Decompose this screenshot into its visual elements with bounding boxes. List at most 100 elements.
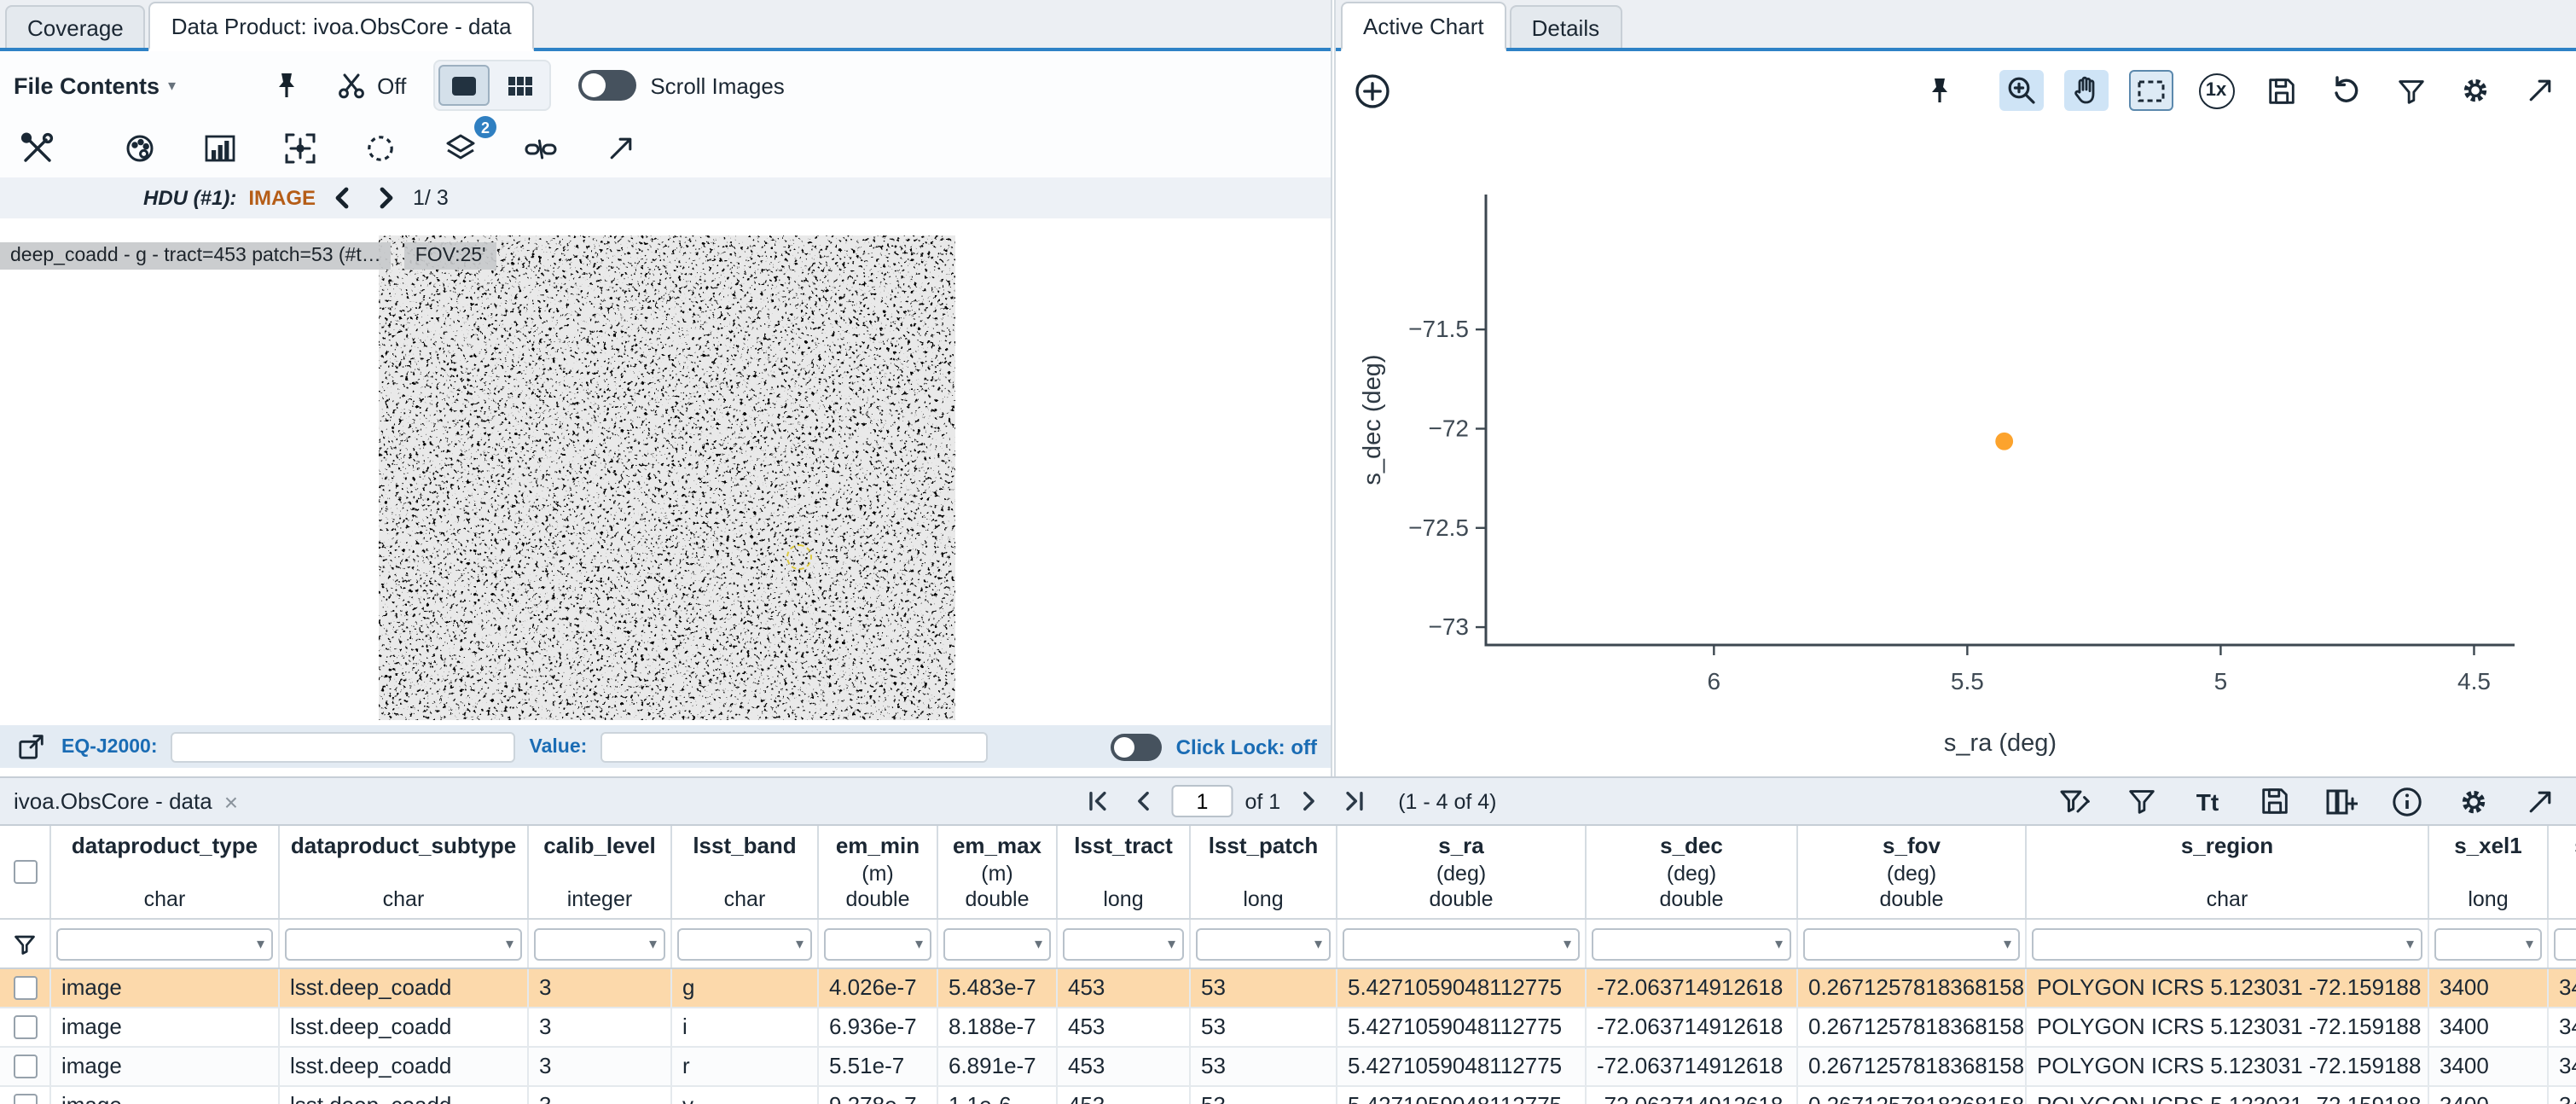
- table-info-button[interactable]: [2385, 781, 2429, 822]
- stretch-button[interactable]: [198, 128, 242, 169]
- close-table-icon[interactable]: ×: [224, 787, 238, 815]
- expand-image-button[interactable]: [599, 128, 643, 169]
- table-filter-button[interactable]: [2119, 781, 2163, 822]
- fits-viewer[interactable]: deep_coadd - g - tract=453 patch=53 (#t……: [0, 218, 1331, 725]
- filter-cell-lsst_band: ▾: [672, 920, 819, 967]
- grid-view-button[interactable]: [495, 65, 546, 106]
- filter-input-lsst_patch[interactable]: ▾: [1196, 927, 1331, 960]
- column-header-dataproduct_subtype[interactable]: dataproduct_subtypechar: [280, 826, 529, 918]
- tools-button[interactable]: [14, 128, 58, 169]
- column-header-s_dec[interactable]: s_dec(deg)double: [1587, 826, 1798, 918]
- data-point[interactable]: [1995, 433, 2013, 450]
- table-tab-label[interactable]: ivoa.ObsCore - data: [14, 788, 212, 814]
- add-column-button[interactable]: [2318, 781, 2363, 822]
- column-header-s_ra[interactable]: s_ra(deg)double: [1337, 826, 1587, 918]
- target-marker-icon: [786, 544, 812, 570]
- row-checkbox[interactable]: [13, 1015, 37, 1039]
- prev-hdu-button[interactable]: [328, 183, 358, 213]
- column-header-lsst_patch[interactable]: lsst_patchlong: [1191, 826, 1337, 918]
- cut-toggle[interactable]: Off: [336, 70, 406, 101]
- chart-save-button[interactable]: [2259, 70, 2303, 111]
- column-header-lsst_tract[interactable]: lsst_tractlong: [1058, 826, 1191, 918]
- filter-input-s_xe[interactable]: ▾: [2554, 927, 2576, 960]
- table-row[interactable]: imagelsst.deep_coadd3r5.51e-76.891e-7453…: [0, 1048, 2576, 1087]
- table-row[interactable]: imagelsst.deep_coadd3y9.278e-71.1e-64535…: [0, 1087, 2576, 1104]
- single-view-button[interactable]: [438, 65, 490, 106]
- click-lock-toggle[interactable]: [1111, 733, 1163, 760]
- popout-button[interactable]: [14, 729, 48, 764]
- filter-input-s_xel1[interactable]: ▾: [2434, 927, 2542, 960]
- select-all-header[interactable]: [0, 826, 51, 918]
- recenter-button[interactable]: [278, 128, 322, 169]
- filter-input-lsst_tract[interactable]: ▾: [1063, 927, 1184, 960]
- restore-zoom-button[interactable]: [2324, 70, 2368, 111]
- tab-details[interactable]: Details: [1510, 5, 1622, 48]
- add-chart-button[interactable]: [1349, 70, 1394, 111]
- select-area-button[interactable]: [2129, 70, 2173, 111]
- cell-s_region: POLYGON ICRS 5.123031 -72.159188 5.73: [2027, 1048, 2429, 1085]
- filter-input-s_region[interactable]: ▾: [2032, 927, 2422, 960]
- table-settings-button[interactable]: [2451, 781, 2496, 822]
- next-page-button[interactable]: [1292, 784, 1326, 818]
- zoom-in-button[interactable]: [1999, 70, 2044, 111]
- advanced-filter-button[interactable]: [2052, 781, 2097, 822]
- filter-input-s_ra[interactable]: ▾: [1343, 927, 1580, 960]
- column-header-dataproduct_type[interactable]: dataproduct_typechar: [51, 826, 280, 918]
- pin-icon: [273, 70, 300, 101]
- last-page-button[interactable]: [1338, 784, 1372, 818]
- table-save-button[interactable]: [2252, 781, 2296, 822]
- row-checkbox[interactable]: [13, 1055, 37, 1078]
- page-input[interactable]: [1171, 785, 1233, 817]
- row-checkbox[interactable]: [13, 976, 37, 1000]
- table-row[interactable]: imagelsst.deep_coadd3i6.936e-78.188e-745…: [0, 1008, 2576, 1048]
- color-button[interactable]: [118, 128, 162, 169]
- filter-input-dataproduct_type[interactable]: ▾: [56, 927, 273, 960]
- filter-input-lsst_band[interactable]: ▾: [677, 927, 812, 960]
- pan-button[interactable]: [2064, 70, 2109, 111]
- first-page-button[interactable]: [1079, 784, 1113, 818]
- zoom-reset-button[interactable]: 1x: [2194, 70, 2238, 111]
- fits-image[interactable]: [379, 235, 955, 720]
- next-hdu-button[interactable]: [370, 183, 401, 213]
- scatter-chart[interactable]: 65.554.5−71.5−72−72.5−73s_ra (deg)s_dec …: [1336, 130, 2576, 778]
- filter-input-calib_level[interactable]: ▾: [534, 927, 665, 960]
- cell-s_xel1: 3400: [2429, 1087, 2549, 1104]
- column-header-em_max[interactable]: em_max(m)double: [938, 826, 1058, 918]
- click-lock-label: Click Lock: off: [1176, 735, 1317, 758]
- cell-em_max: 1.1e-6: [938, 1087, 1058, 1104]
- filter-input-em_min[interactable]: ▾: [824, 927, 931, 960]
- column-header-em_min[interactable]: em_min(m)double: [819, 826, 938, 918]
- column-header-s_xel1[interactable]: s_xel1long: [2429, 826, 2549, 918]
- filter-input-dataproduct_subtype[interactable]: ▾: [285, 927, 522, 960]
- tab-coverage[interactable]: Coverage: [5, 5, 146, 48]
- select-region-button[interactable]: [358, 128, 403, 169]
- cell-s_ra: 5.4271059048112775: [1337, 1087, 1587, 1104]
- table-row[interactable]: imagelsst.deep_coadd3g4.026e-75.483e-745…: [0, 969, 2576, 1008]
- scroll-images-toggle-group: Scroll Images: [578, 70, 785, 101]
- prev-page-button[interactable]: [1125, 784, 1159, 818]
- column-header-s_fov[interactable]: s_fov(deg)double: [1798, 826, 2027, 918]
- row-checkbox[interactable]: [13, 1094, 37, 1104]
- scroll-images-toggle[interactable]: [578, 70, 636, 101]
- layers-button[interactable]: 2: [438, 128, 483, 169]
- filter-input-em_max[interactable]: ▾: [943, 927, 1051, 960]
- filter-cell-s_dec: ▾: [1587, 920, 1798, 967]
- column-header-lsst_band[interactable]: lsst_bandchar: [672, 826, 819, 918]
- pin-button[interactable]: [264, 65, 309, 106]
- column-header-s_region[interactable]: s_regionchar: [2027, 826, 2429, 918]
- filter-input-s_fov[interactable]: ▾: [1803, 927, 2020, 960]
- chart-pin-button[interactable]: [1917, 70, 1962, 111]
- select-all-checkbox[interactable]: [13, 860, 37, 884]
- chart-settings-button[interactable]: [2453, 70, 2498, 111]
- filter-input-s_dec[interactable]: ▾: [1592, 927, 1791, 960]
- chart-filter-button[interactable]: [2388, 70, 2433, 111]
- column-header-calib_level[interactable]: calib_levelinteger: [529, 826, 672, 918]
- expand-table-button[interactable]: [2518, 781, 2562, 822]
- tab-active-chart[interactable]: Active Chart: [1341, 2, 1506, 51]
- file-contents-dropdown[interactable]: File Contents ▾: [14, 73, 176, 98]
- unlink-button[interactable]: [519, 128, 563, 169]
- column-header-s_xe[interactable]: s_xelon: [2549, 826, 2576, 918]
- expand-chart-button[interactable]: [2518, 70, 2562, 111]
- tab-data-product[interactable]: Data Product: ivoa.ObsCore - data: [149, 2, 534, 51]
- text-view-button[interactable]: Tt: [2185, 781, 2230, 822]
